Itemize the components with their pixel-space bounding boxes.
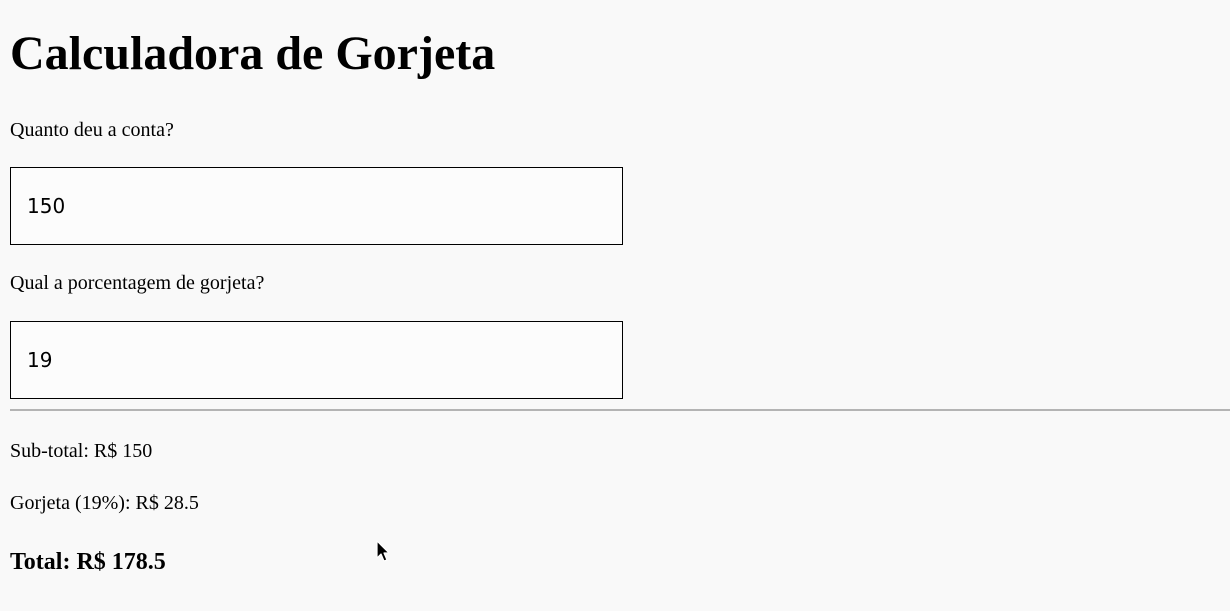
tip-amount-text: Gorjeta (19%): R$ 28.5 — [10, 492, 199, 514]
results-divider — [10, 409, 1230, 411]
mouse-pointer-icon — [376, 540, 390, 562]
bill-amount-label: Quanto deu a conta? — [10, 119, 174, 141]
total-text: Total: R$ 178.5 — [10, 549, 166, 575]
page-title: Calculadora de Gorjeta — [10, 27, 496, 80]
bill-amount-input[interactable] — [10, 167, 623, 245]
tip-percentage-label: Qual a porcentagem de gorjeta? — [10, 272, 265, 294]
tip-percentage-input[interactable] — [10, 321, 623, 399]
subtotal-text: Sub-total: R$ 150 — [10, 440, 153, 462]
